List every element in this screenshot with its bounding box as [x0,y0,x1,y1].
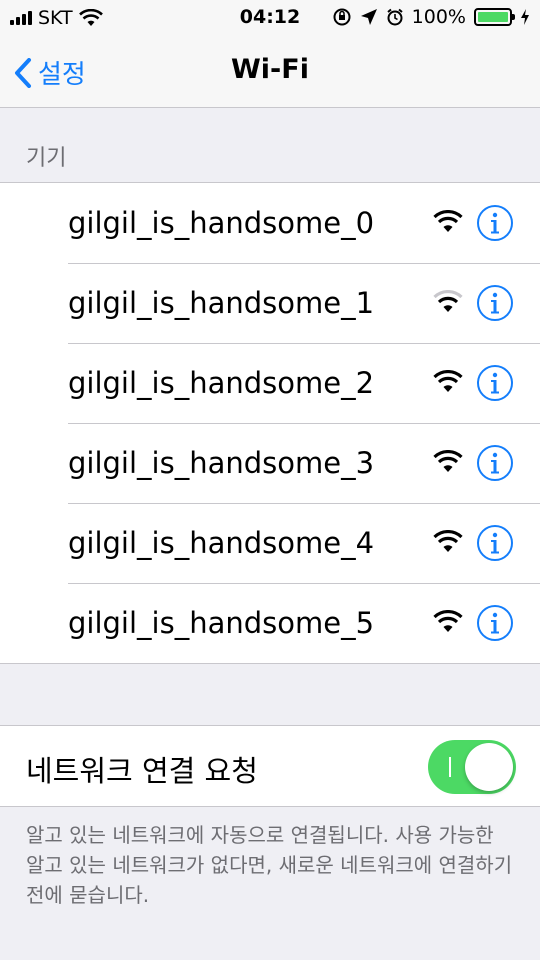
network-row[interactable]: gilgil_is_handsome_4 [0,503,540,583]
network-list: gilgil_is_handsome_0 gilgil_is_handsome_… [0,182,540,664]
wifi-signal-icon [433,450,463,472]
toggle-on-mark [449,757,451,777]
network-name: gilgil_is_handsome_0 [68,206,375,240]
network-name: gilgil_is_handsome_1 [68,286,375,320]
ask-to-join-label: 네트워크 연결 요청 [26,754,258,788]
info-icon[interactable] [476,284,514,322]
network-name: gilgil_is_handsome_4 [68,526,375,560]
info-icon[interactable] [476,204,514,242]
wifi-signal-icon [433,610,463,632]
ask-to-join-description: 알고 있는 네트워크에 자동으로 연결됩니다. 사용 가능한 알고 있는 네트워… [26,823,513,907]
location-icon [360,9,377,25]
network-row[interactable]: gilgil_is_handsome_0 [0,183,540,263]
section-header-devices: 기기 [26,146,67,171]
network-name: gilgil_is_handsome_3 [68,446,375,480]
ask-to-join-row: 네트워크 연결 요청 [0,725,540,807]
battery-percent: 100% [411,6,466,28]
info-icon[interactable] [476,524,514,562]
ask-to-join-toggle[interactable] [428,740,516,794]
wifi-signal-icon [433,530,463,552]
wifi-signal-icon [433,290,463,312]
wifi-signal-icon [433,370,463,392]
status-bar: SKT 04:12 100% [0,0,540,36]
status-right: 100% [332,6,530,28]
charging-icon [521,9,529,25]
info-icon[interactable] [476,604,514,642]
network-row[interactable]: gilgil_is_handsome_5 [0,583,540,663]
alarm-icon [387,8,403,26]
info-icon[interactable] [476,444,514,482]
battery-icon [474,8,515,26]
network-row[interactable]: gilgil_is_handsome_1 [0,263,540,343]
info-icon[interactable] [476,364,514,402]
page-title: Wi-Fi [231,54,309,85]
network-name: gilgil_is_handsome_2 [68,366,375,400]
navigation-bar: 설정 Wi-Fi [0,36,540,108]
toggle-knob [465,743,513,791]
network-row[interactable]: gilgil_is_handsome_3 [0,423,540,503]
network-row[interactable]: gilgil_is_handsome_2 [0,343,540,423]
wifi-signal-icon [433,210,463,232]
battery-fill [478,12,508,22]
orientation-lock-icon [333,8,351,26]
network-name: gilgil_is_handsome_5 [68,606,375,640]
